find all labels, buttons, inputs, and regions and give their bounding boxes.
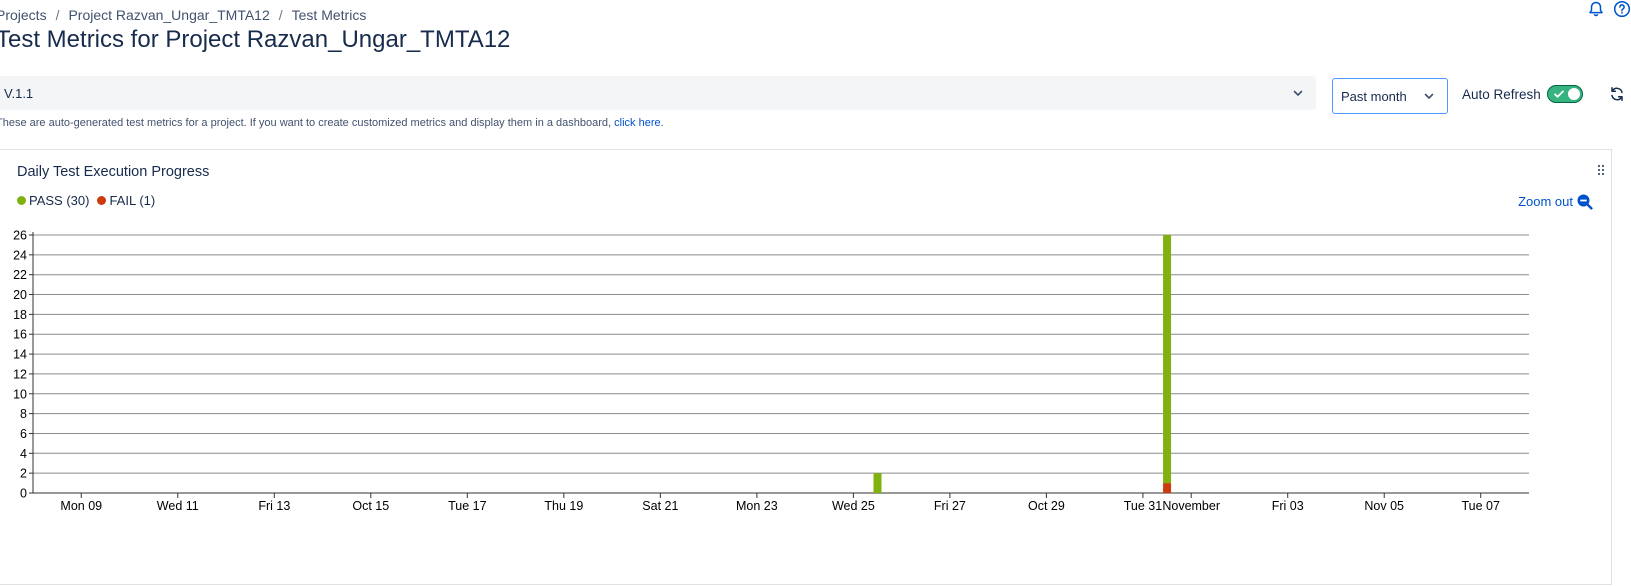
bar-pass <box>1163 235 1172 484</box>
info-text-body: These are auto-generated test metrics fo… <box>0 117 615 129</box>
chart-plot: 02468101214161820222426Mon 09 Wed 11 Fri 1… <box>13 229 1529 513</box>
x-tick-label: Fri 27 <box>934 499 966 513</box>
x-tick-label: Tue 17 <box>448 499 487 513</box>
x-tick-label: Tue 31 <box>1124 499 1163 513</box>
x-tick-label: Thu 19 <box>544 499 583 513</box>
y-tick-label: 20 <box>13 288 27 302</box>
y-tick-label: 10 <box>13 387 27 401</box>
x-tick-label: Mon 23 <box>736 499 778 513</box>
info-text: These are auto-generated test metrics fo… <box>0 117 664 129</box>
x-tick-label: Wed 25 <box>832 499 875 513</box>
chevron-down-icon <box>1424 93 1434 99</box>
page-title: Test Metrics for Project Razvan_Ungar_TM… <box>0 26 511 53</box>
test-metrics-page: Projects / Project Razvan_Ungar_TMTA12 /… <box>0 0 1631 586</box>
auto-refresh-toggle[interactable] <box>1546 85 1583 103</box>
x-tick-label: Sat 21 <box>642 499 678 513</box>
info-text-suffix: . <box>660 117 664 129</box>
x-tick-label: Wed 11 <box>157 499 199 513</box>
period-select[interactable]: Past month <box>1332 78 1448 114</box>
click-here-link[interactable]: click here <box>614 117 660 129</box>
x-tick-label: Fri 13 <box>258 499 290 513</box>
breadcrumb: Projects / Project Razvan_Ungar_TMTA12 /… <box>0 7 366 23</box>
refresh-icon[interactable] <box>1608 85 1626 103</box>
chevron-down-icon <box>1293 90 1303 96</box>
breadcrumb-projects[interactable]: Projects <box>0 7 47 23</box>
auto-refresh: Auto Refresh <box>1462 85 1583 103</box>
y-tick-label: 18 <box>13 308 27 322</box>
x-tick-label: Tue 07 <box>1462 499 1501 513</box>
chart-card: Daily Test Execution Progress PASS (30) … <box>0 149 1612 585</box>
x-tick-label: Mon 09 <box>60 499 102 513</box>
x-tick-label: Fri 03 <box>1272 499 1304 513</box>
period-select-value: Past month <box>1341 88 1407 104</box>
toggle-knob <box>1567 88 1580 100</box>
y-tick-label: 8 <box>20 407 27 421</box>
auto-refresh-label: Auto Refresh <box>1462 86 1541 102</box>
y-tick-label: 14 <box>13 348 27 362</box>
bar-pass <box>873 473 882 493</box>
x-tick-label: November <box>1162 499 1220 513</box>
y-tick-label: 6 <box>20 427 27 441</box>
y-tick-label: 24 <box>13 248 27 262</box>
breadcrumb-separator: / <box>55 7 60 23</box>
check-icon <box>1553 90 1564 98</box>
y-tick-label: 4 <box>20 447 27 461</box>
y-tick-label: 16 <box>13 328 27 342</box>
top-icons <box>1587 0 1631 18</box>
y-tick-label: 22 <box>13 268 27 282</box>
y-tick-label: 2 <box>20 467 27 481</box>
breadcrumb-project[interactable]: Project Razvan_Ungar_TMTA12 <box>68 7 269 23</box>
x-tick-label: Oct 29 <box>1028 499 1065 513</box>
breadcrumb-separator: / <box>278 7 283 23</box>
bar-fail <box>1163 483 1172 493</box>
bell-icon[interactable] <box>1587 0 1605 18</box>
x-tick-label: Oct 15 <box>352 499 389 513</box>
breadcrumb-test-metrics[interactable]: Test Metrics <box>292 7 367 23</box>
help-icon[interactable] <box>1613 0 1631 18</box>
y-tick-label: 0 <box>20 487 27 501</box>
version-select[interactable]: V.1.1 <box>0 76 1316 110</box>
version-select-value: V.1.1 <box>4 85 34 101</box>
y-tick-label: 26 <box>13 229 27 243</box>
x-tick-label: Nov 05 <box>1364 499 1404 513</box>
y-tick-label: 12 <box>13 367 27 381</box>
